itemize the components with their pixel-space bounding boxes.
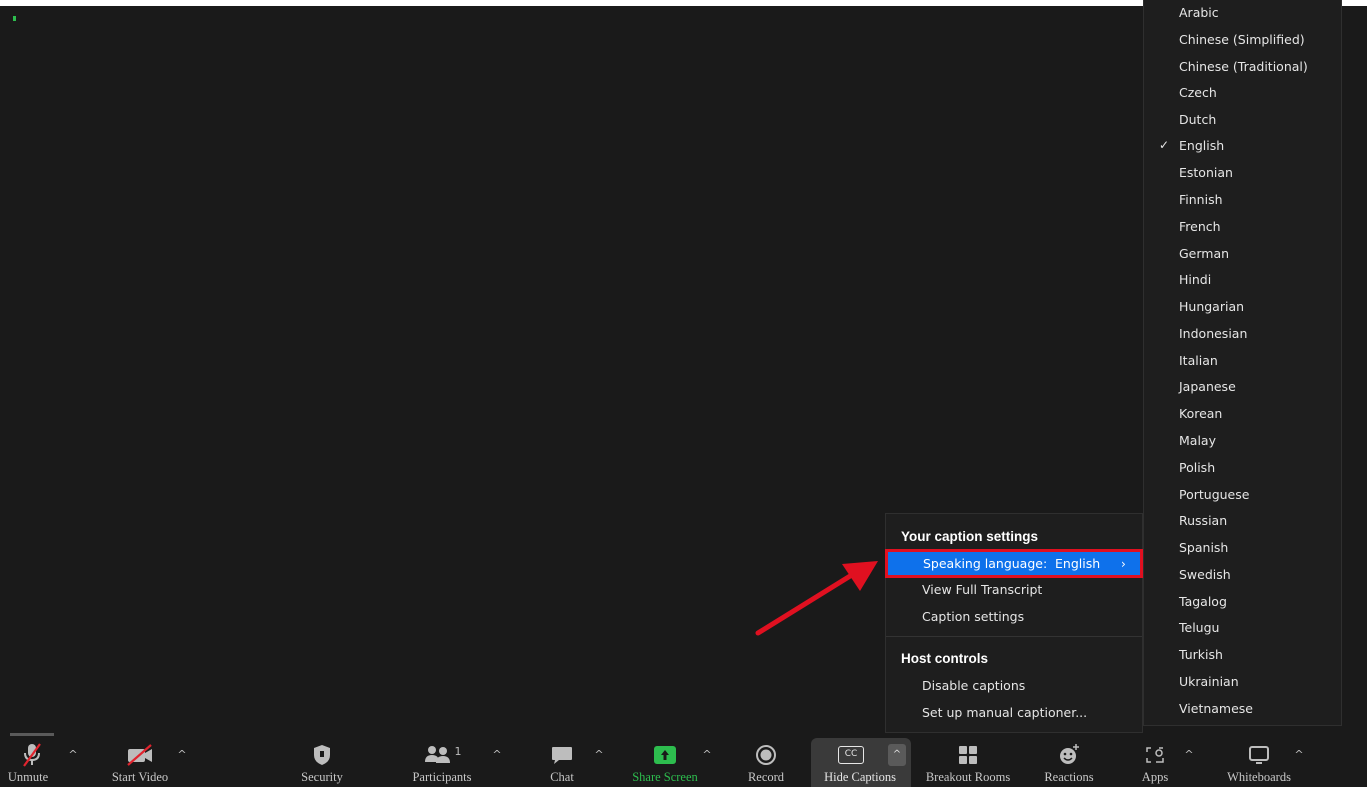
language-item[interactable]: Telugu bbox=[1179, 620, 1219, 635]
chat-options-caret[interactable]: ^ bbox=[592, 747, 606, 761]
chevron-right-icon: › bbox=[1121, 556, 1126, 571]
cc-badge: CC bbox=[838, 746, 864, 764]
share-options-caret[interactable]: ^ bbox=[700, 747, 714, 761]
record-label: Record bbox=[747, 770, 785, 784]
chat-bubble-icon bbox=[550, 740, 574, 770]
language-item[interactable]: Polish bbox=[1179, 460, 1215, 475]
breakout-rooms-label: Breakout Rooms bbox=[925, 770, 1011, 784]
shield-icon bbox=[312, 740, 332, 770]
language-item[interactable]: Chinese (Traditional) bbox=[1179, 59, 1308, 74]
whiteboards-label: Whiteboards bbox=[1227, 770, 1291, 784]
caption-settings-menu: Your caption settings Speaking language:… bbox=[885, 513, 1143, 733]
disable-captions-item[interactable]: Disable captions bbox=[922, 678, 1025, 693]
apps-button[interactable]: Apps bbox=[1135, 738, 1175, 787]
participants-icon: 1 bbox=[423, 740, 462, 770]
video-options-caret[interactable]: ^ bbox=[175, 747, 189, 761]
record-button[interactable]: Record bbox=[740, 738, 792, 787]
annotation-arrow-icon bbox=[755, 561, 878, 636]
view-full-transcript-item[interactable]: View Full Transcript bbox=[922, 582, 1042, 597]
apps-options-caret[interactable]: ^ bbox=[1182, 747, 1196, 761]
breakout-rooms-icon bbox=[957, 740, 979, 770]
language-item[interactable]: Swedish bbox=[1179, 567, 1231, 582]
chat-label: Chat bbox=[550, 770, 574, 784]
share-screen-label: Share Screen bbox=[632, 770, 698, 784]
apps-label: Apps bbox=[1141, 770, 1169, 784]
manual-captioner-item[interactable]: Set up manual captioner... bbox=[922, 705, 1087, 720]
muted-microphone-icon bbox=[20, 740, 44, 770]
language-item[interactable]: Korean bbox=[1179, 406, 1222, 421]
share-screen-button[interactable]: Share Screen bbox=[620, 738, 710, 787]
hide-captions-button[interactable]: CC Hide Captions bbox=[814, 738, 906, 787]
speaking-language-value: English bbox=[1055, 556, 1101, 571]
language-item[interactable]: French bbox=[1179, 219, 1221, 234]
breakout-rooms-button[interactable]: Breakout Rooms bbox=[914, 738, 1022, 787]
unmute-label: Unmute bbox=[7, 770, 49, 784]
participants-options-caret[interactable]: ^ bbox=[490, 747, 504, 761]
participants-button[interactable]: 1 Participants bbox=[398, 738, 486, 787]
language-item[interactable]: Malay bbox=[1179, 433, 1216, 448]
host-controls-heading: Host controls bbox=[901, 651, 989, 666]
share-screen-icon bbox=[652, 740, 678, 770]
language-item[interactable]: Vietnamese bbox=[1179, 701, 1253, 716]
whiteboards-options-caret[interactable]: ^ bbox=[1292, 747, 1306, 761]
start-video-button[interactable]: Start Video bbox=[105, 738, 175, 787]
participants-count: 1 bbox=[454, 744, 462, 758]
whiteboard-icon bbox=[1247, 740, 1271, 770]
audio-options-caret[interactable]: ^ bbox=[66, 747, 80, 761]
closed-captions-icon: CC bbox=[838, 740, 864, 770]
hide-captions-label: Hide Captions bbox=[824, 770, 896, 784]
language-item[interactable]: Tagalog bbox=[1179, 594, 1227, 609]
meeting-toolbar: Unmute ^ Start Video ^ Security 1 Partic… bbox=[0, 738, 1367, 787]
language-item-selected[interactable]: English bbox=[1179, 138, 1224, 153]
language-item[interactable]: German bbox=[1179, 246, 1229, 261]
apps-icon bbox=[1144, 740, 1166, 770]
language-item[interactable]: Ukrainian bbox=[1179, 674, 1239, 689]
menu-divider bbox=[886, 636, 1142, 637]
caption-settings-heading: Your caption settings bbox=[901, 529, 1039, 544]
reactions-button[interactable]: Reactions bbox=[1034, 738, 1104, 787]
language-item[interactable]: Russian bbox=[1179, 513, 1227, 528]
language-item[interactable]: Hindi bbox=[1179, 272, 1211, 287]
reactions-label: Reactions bbox=[1044, 770, 1094, 784]
record-icon bbox=[755, 740, 777, 770]
video-off-icon bbox=[125, 740, 155, 770]
speaking-language-item[interactable]: Speaking language: English › bbox=[885, 549, 1143, 578]
participants-label: Participants bbox=[412, 770, 472, 784]
language-item[interactable]: Chinese (Simplified) bbox=[1179, 32, 1305, 47]
language-item[interactable]: Arabic bbox=[1179, 5, 1219, 20]
language-item[interactable]: Italian bbox=[1179, 353, 1218, 368]
language-item[interactable]: Portuguese bbox=[1179, 487, 1249, 502]
language-item[interactable]: Dutch bbox=[1179, 112, 1216, 127]
unmute-button[interactable]: Unmute bbox=[7, 738, 54, 787]
emoji-plus-icon bbox=[1057, 740, 1081, 770]
language-item[interactable]: Japanese bbox=[1179, 379, 1236, 394]
language-submenu: ✓ Arabic Chinese (Simplified) Chinese (T… bbox=[1143, 0, 1342, 726]
caption-settings-item[interactable]: Caption settings bbox=[922, 609, 1024, 624]
language-item[interactable]: Finnish bbox=[1179, 192, 1223, 207]
security-label: Security bbox=[301, 770, 343, 784]
language-item[interactable]: Czech bbox=[1179, 85, 1217, 100]
security-button[interactable]: Security bbox=[292, 738, 352, 787]
language-item[interactable]: Spanish bbox=[1179, 540, 1228, 555]
whiteboards-button[interactable]: Whiteboards bbox=[1213, 738, 1305, 787]
language-item[interactable]: Indonesian bbox=[1179, 326, 1247, 341]
chat-button[interactable]: Chat bbox=[540, 738, 584, 787]
language-item[interactable]: Turkish bbox=[1179, 647, 1223, 662]
start-video-label: Start Video bbox=[111, 770, 169, 784]
checkmark-icon: ✓ bbox=[1159, 138, 1170, 152]
language-item[interactable]: Hungarian bbox=[1179, 299, 1244, 314]
speaking-language-label: Speaking language: bbox=[923, 556, 1048, 571]
audio-level-bar bbox=[10, 733, 54, 736]
language-item[interactable]: Estonian bbox=[1179, 165, 1233, 180]
status-indicator bbox=[13, 16, 16, 21]
